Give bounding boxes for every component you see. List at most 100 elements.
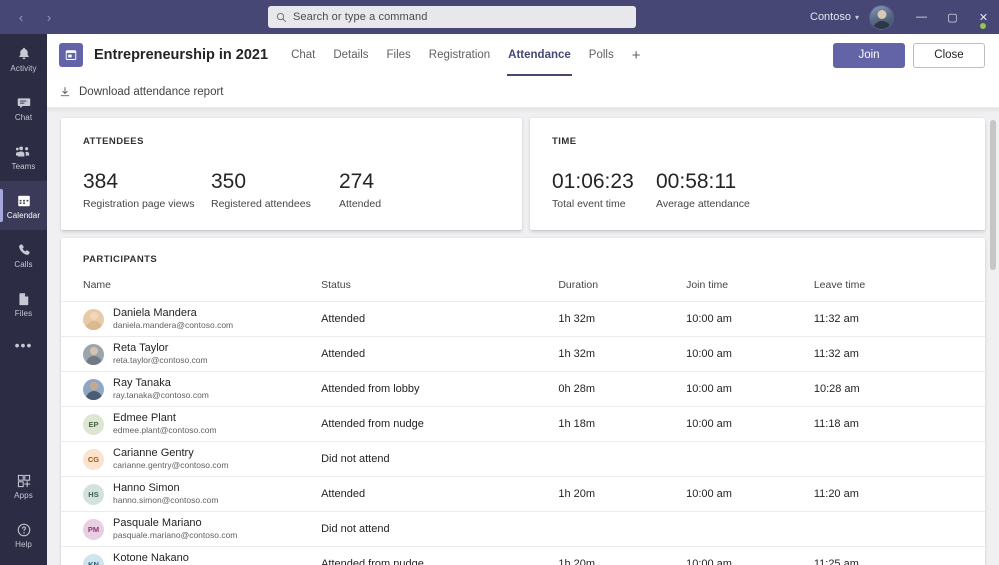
user-avatar[interactable] [869,4,894,30]
sidebar-item-activity[interactable]: Activity [0,34,47,83]
avatar-body [85,355,102,365]
column-header-leave-time[interactable]: Leave time [813,279,985,303]
cell-join-time: 10:00 am [686,371,814,408]
column-header-status[interactable]: Status [321,279,559,303]
close-button[interactable]: Close [913,42,985,68]
cell-join-time: 10:00 am [686,546,814,565]
cell-join-time: 10:00 am [686,336,814,373]
sidebar-label-activity: Activity [10,64,37,73]
tab-attendance[interactable]: Attendance [499,34,580,76]
sidebar-item-calls[interactable]: Calls [0,230,47,279]
stat-label: Registration page views [83,198,195,211]
attendees-card: ATTENDEES 384 Registration page views 35… [61,118,522,231]
participant-text: Reta Taylor reta.taylor@contoso.com [113,342,208,367]
sidebar-label-teams: Teams [11,162,36,171]
stat-total-event-time: 01:06:23 Total event time [552,170,656,210]
sidebar-more-button[interactable]: ••• [0,328,47,362]
participant-name: Carianne Gentry [113,446,194,459]
tab-registration[interactable]: Registration [420,34,499,76]
participant-email: edmee.plant@contoso.com [113,425,217,436]
stat-registered-attendees: 350 Registered attendees [211,170,339,210]
table-row[interactable]: EP Edmee Plant edmee.plant@contoso.com Atte… [61,406,985,443]
cell-duration: 1h 20m [558,546,687,565]
table-row[interactable]: PM Pasquale Mariano pasquale.mariano@conto… [61,511,985,548]
cell-leave-time: 11:25 am [813,546,985,565]
attendees-card-title: ATTENDEES [83,136,144,147]
avatar-head [877,9,886,19]
presence-available-icon [979,22,987,30]
participants-table-head: Name Status Duration Join time Leave tim… [61,279,985,303]
column-header-join-time[interactable]: Join time [686,279,814,303]
time-stats: 01:06:23 Total event time 00:58:11 Avera… [552,170,963,210]
title-bar: ‹ › Search or type a command Contoso ▾ —… [0,0,999,34]
participant-email: hanno.simon@contoso.com [113,495,219,506]
back-icon[interactable]: ‹ [8,4,34,30]
tab-details[interactable]: Details [324,34,377,76]
apps-icon [16,471,32,489]
sidebar-item-help[interactable]: Help [0,510,47,559]
participant-name: Reta Taylor [113,341,169,354]
tab-chat[interactable]: Chat [282,34,324,76]
search-placeholder: Search or type a command [293,11,428,23]
cell-duration: 1h 18m [558,406,687,443]
cell-leave-time: 10:28 am [813,371,985,408]
cell-status: Attended from lobby [321,371,559,408]
tab-files[interactable]: Files [378,34,420,76]
participant-email: daniela.mandera@contoso.com [113,320,234,331]
avatar: KN [83,553,104,565]
table-row[interactable]: KN Kotone Nakanokotone.nakano@contoso.com… [61,546,985,565]
download-attendance-report-button[interactable]: Download attendance report [59,86,224,98]
add-tab-button[interactable]: + [623,34,650,76]
search-input[interactable]: Search or type a command [268,6,636,28]
join-button[interactable]: Join [833,42,905,68]
nav-arrows: ‹ › [8,4,62,30]
search-icon [276,12,287,22]
table-row[interactable]: Ray Tanaka ray.tanaka@contoso.com Attended… [61,371,985,408]
participant-name: Kotone Nakano [113,551,189,564]
participants-table: Name Status Duration Join time Leave tim… [61,279,985,565]
sidebar-item-teams[interactable]: Teams [0,132,47,181]
column-header-duration[interactable]: Duration [558,279,687,303]
maximize-button[interactable]: ▢ [937,0,968,34]
table-row[interactable]: HS Hanno Simon hanno.simon@contoso.com Atte… [61,476,985,513]
table-row[interactable]: CG Carianne Gentry carianne.gentry@contoso… [61,441,985,478]
avatar: EP [83,413,104,435]
cell-join-time: 10:00 am [686,301,814,338]
tab-strip: Chat Details Files Registration Attendan… [282,34,649,76]
org-label: Contoso [810,11,851,23]
table-header-row: Name Status Duration Join time Leave tim… [61,279,985,303]
sidebar-item-apps[interactable]: Apps [0,461,47,510]
participant-text: Pasquale Mariano pasquale.mariano@contoso… [113,517,237,542]
participant-text: Edmee Plant edmee.plant@contoso.com [113,412,217,437]
content-shadow [47,108,999,113]
participant-text: Kotone Nakanokotone.nakano@contoso.com [113,552,226,565]
avatar-head [89,311,98,320]
column-header-name[interactable]: Name [61,279,322,303]
attendance-content: ATTENDEES 384 Registration page views 35… [47,108,999,565]
attendees-stats: 384 Registration page views 350 Register… [83,170,500,211]
meeting-header: Entrepreneurship in 2021 Chat Details Fi… [47,34,999,76]
participant-text: Hanno Simon hanno.simon@contoso.com [113,482,219,507]
participant-text: Ray Tanaka ray.tanaka@contoso.com [113,377,209,402]
content-scrollbar[interactable] [990,120,996,420]
scrollbar-thumb[interactable] [990,120,996,270]
minimize-button[interactable]: — [906,0,937,34]
tab-polls[interactable]: Polls [580,34,623,76]
forward-icon[interactable]: › [36,4,62,30]
cell-name: HS Hanno Simon hanno.simon@contoso.com [61,476,322,513]
avatar-head [89,346,98,355]
participant-identity: Reta Taylor reta.taylor@contoso.com [61,342,321,367]
org-switcher[interactable]: Contoso ▾ [810,11,859,23]
summary-cards: ATTENDEES 384 Registration page views 35… [61,118,985,231]
sidebar-item-chat[interactable]: Chat [0,83,47,132]
cell-leave-time [813,511,985,548]
sidebar-item-files[interactable]: Files [0,279,47,328]
table-row[interactable]: Reta Taylor reta.taylor@contoso.com Attend… [61,336,985,373]
sidebar-item-calendar[interactable]: Calendar [0,181,47,230]
participants-table-body: Daniela Mandera daniela.mandera@contoso.c… [61,301,985,565]
meeting-calendar-icon [59,43,83,67]
table-row[interactable]: Daniela Mandera daniela.mandera@contoso.c… [61,301,985,338]
avatar-body [872,20,891,29]
participant-identity: PM Pasquale Mariano pasquale.mariano@conto… [61,517,321,542]
search-container: Search or type a command [268,6,636,28]
